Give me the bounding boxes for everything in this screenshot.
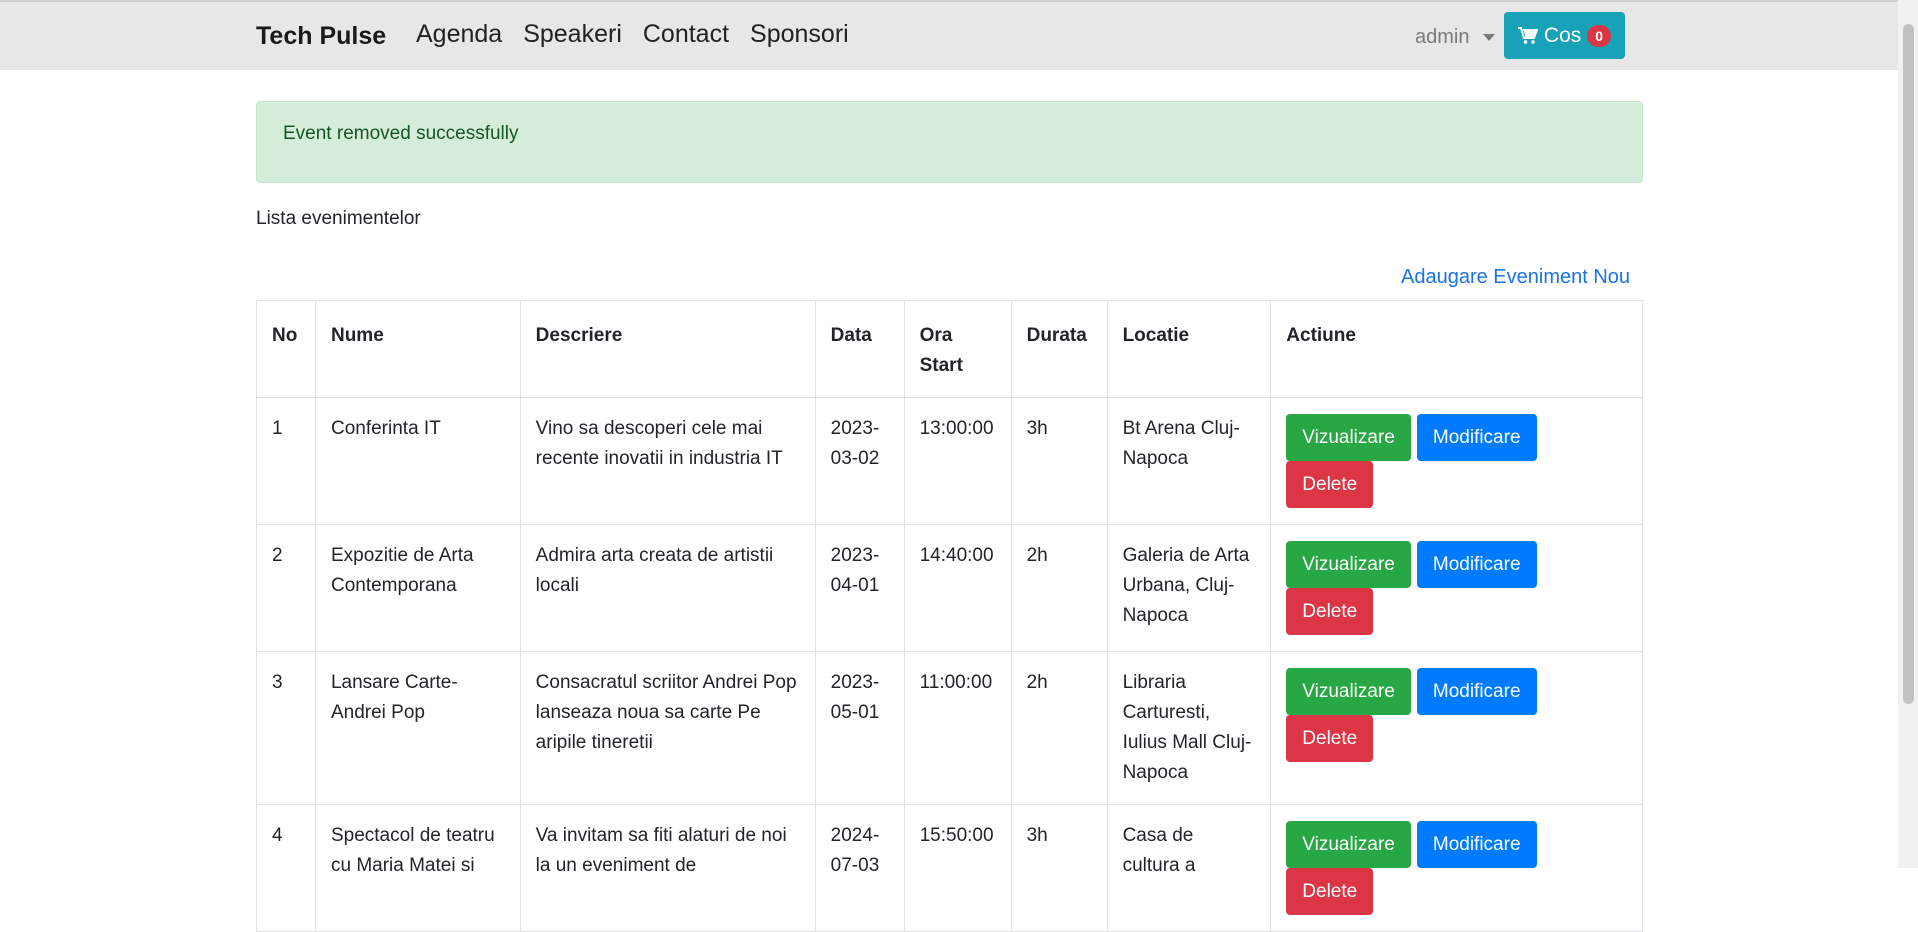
user-name: admin: [1415, 26, 1470, 48]
cell-descriere: Va invitam sa fiti alaturi de noi la un …: [519, 804, 816, 932]
cell-actions: Vizualizare Modificare Delete: [1270, 397, 1643, 525]
edit-button[interactable]: Modificare: [1416, 821, 1537, 868]
cart-button[interactable]: Cos 0: [1504, 12, 1625, 59]
cell-durata: 2h: [1010, 524, 1108, 652]
table-row: 4 Spectacol de teatru cu Maria Matei si …: [256, 804, 1643, 932]
success-alert: Event removed successfully: [256, 101, 1643, 183]
cell-nume: Lansare Carte-Andrei Pop: [314, 651, 521, 805]
delete-button[interactable]: Delete: [1286, 868, 1374, 915]
table-row: 2 Expozitie de Arta Contemporana Admira …: [256, 524, 1643, 652]
events-table: No Nume Descriere Data Ora Start Durata …: [256, 300, 1643, 932]
cell-ora: 13:00:00: [903, 397, 1012, 525]
cell-ora: 15:50:00: [903, 804, 1012, 932]
nav-link-agenda[interactable]: Agenda: [416, 20, 502, 49]
edit-button[interactable]: Modificare: [1416, 541, 1537, 588]
cell-durata: 2h: [1010, 651, 1108, 805]
table-row: 3 Lansare Carte-Andrei Pop Consacratul s…: [256, 651, 1643, 805]
header-durata: Durata: [1010, 300, 1108, 398]
list-title: Lista evenimentelor: [256, 208, 421, 229]
cell-locatie: Bt Arena Cluj-Napoca: [1106, 397, 1272, 525]
add-event-link[interactable]: Adaugare Eveniment Nou: [1401, 266, 1630, 289]
user-dropdown[interactable]: admin: [1415, 26, 1496, 49]
edit-button[interactable]: Modificare: [1416, 668, 1537, 715]
cell-data: 2024-07-03: [814, 804, 905, 932]
table-header-row: No Nume Descriere Data Ora Start Durata …: [256, 300, 1643, 398]
cell-locatie: Casa de cultura a: [1106, 804, 1272, 932]
nav-link-contact[interactable]: Contact: [643, 20, 729, 49]
cell-data: 2023-03-02: [814, 397, 905, 525]
header-data: Data: [814, 300, 905, 398]
cell-durata: 3h: [1010, 397, 1108, 525]
cell-data: 2023-05-01: [814, 651, 905, 805]
cell-descriere: Consacratul scriitor Andrei Pop lanseaza…: [519, 651, 816, 805]
header-descriere: Descriere: [519, 300, 816, 398]
brand[interactable]: Tech Pulse: [256, 22, 386, 51]
cell-nume: Conferinta IT: [314, 397, 521, 525]
cell-no: 2: [256, 524, 316, 652]
cell-descriere: Vino sa descoperi cele mai recente inova…: [519, 397, 816, 525]
view-button[interactable]: Vizualizare: [1286, 668, 1411, 715]
header-actiune: Actiune: [1270, 300, 1643, 398]
cell-actions: Vizualizare Modificare Delete: [1270, 524, 1643, 652]
action-buttons: Vizualizare Modificare Delete: [1286, 414, 1627, 508]
cell-no: 4: [256, 804, 316, 932]
action-buttons: Vizualizare Modificare Delete: [1286, 541, 1627, 635]
navbar: Tech Pulse Agenda Speakeri Contact Spons…: [0, 0, 1898, 70]
delete-button[interactable]: Delete: [1286, 588, 1374, 635]
view-button[interactable]: Vizualizare: [1286, 541, 1411, 588]
action-buttons: Vizualizare Modificare Delete: [1286, 821, 1627, 915]
cell-descriere: Admira arta creata de artistii locali: [519, 524, 816, 652]
scrollbar[interactable]: [1898, 0, 1918, 868]
cell-nume: Expozitie de Arta Contemporana: [314, 524, 521, 652]
header-no: No: [256, 300, 316, 398]
cell-actions: Vizualizare Modificare Delete: [1270, 804, 1643, 932]
cart-icon: [1517, 26, 1538, 45]
cell-ora: 11:00:00: [903, 651, 1012, 805]
delete-button[interactable]: Delete: [1286, 461, 1374, 508]
action-buttons: Vizualizare Modificare Delete: [1286, 668, 1627, 762]
cell-no: 3: [256, 651, 316, 805]
header-nume: Nume: [314, 300, 521, 398]
view-button[interactable]: Vizualizare: [1286, 821, 1411, 868]
header-locatie: Locatie: [1106, 300, 1272, 398]
nav-link-speakeri[interactable]: Speakeri: [523, 20, 622, 49]
delete-button[interactable]: Delete: [1286, 715, 1374, 762]
caret-down-icon: [1483, 34, 1496, 41]
alert-message: Event removed successfully: [283, 123, 519, 144]
cell-locatie: Galeria de Arta Urbana, Cluj-Napoca: [1106, 524, 1272, 652]
cell-durata: 3h: [1010, 804, 1108, 932]
cell-locatie: Libraria Carturesti, Iulius Mall Cluj-Na…: [1106, 651, 1272, 805]
edit-button[interactable]: Modificare: [1416, 414, 1537, 461]
cell-no: 1: [256, 397, 316, 525]
nav-link-sponsori[interactable]: Sponsori: [750, 20, 849, 49]
cell-data: 2023-04-01: [814, 524, 905, 652]
table-row: 1 Conferinta IT Vino sa descoperi cele m…: [256, 397, 1643, 525]
cart-label: Cos: [1543, 23, 1582, 47]
nav-links: Agenda Speakeri Contact Sponsori: [416, 20, 849, 49]
scrollbar-thumb[interactable]: [1903, 24, 1914, 704]
view-button[interactable]: Vizualizare: [1286, 414, 1411, 461]
cell-nume: Spectacol de teatru cu Maria Matei si: [314, 804, 521, 932]
cell-ora: 14:40:00: [903, 524, 1012, 652]
cart-count-badge: 0: [1587, 24, 1612, 47]
header-ora-start: Ora Start: [903, 300, 1012, 398]
cell-actions: Vizualizare Modificare Delete: [1270, 651, 1643, 805]
